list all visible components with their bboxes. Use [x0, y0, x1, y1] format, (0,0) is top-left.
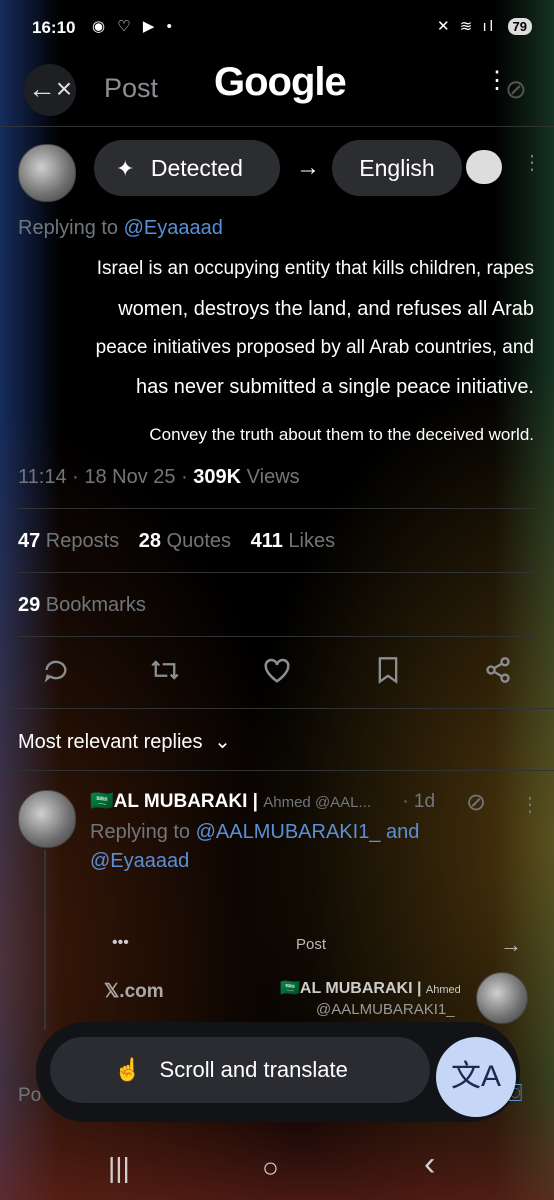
translate-icon[interactable]: 文A [436, 1037, 516, 1117]
bookmark-icon[interactable] [376, 656, 400, 691]
reply-icon[interactable] [42, 656, 70, 691]
grok-icon[interactable]: ⊘ [505, 74, 527, 105]
back-close-icon[interactable]: ←× [24, 64, 76, 116]
divider [0, 708, 554, 709]
chevron-down-icon: ⌄ [214, 731, 231, 753]
reply-composer-placeholder[interactable]: Po [18, 1085, 41, 1107]
touch-scroll-icon: ☝ [114, 1057, 142, 1082]
post-line-1: Israel is an occupying entity that kills… [96, 258, 534, 279]
scroll-and-translate-label: Scroll and translate [159, 1057, 348, 1082]
post-line-4: has never submitted a single peace initi… [135, 376, 534, 398]
post-line-3: peace initiatives proposed by all Arab c… [95, 337, 534, 358]
flag-icon: 🇸🇦 [90, 791, 114, 812]
share-icon[interactable] [484, 656, 512, 691]
engagement-stats: 47 Reposts 28 Quotes 411 Likes [18, 530, 335, 553]
grok-icon[interactable]: ⊘ [466, 788, 486, 817]
likes-stat[interactable]: 411 Likes [251, 530, 336, 552]
bookmarks-stat[interactable]: 29 Bookmarks [18, 594, 146, 617]
divider [0, 770, 554, 771]
reply-replying-to: Replying to @AALMUBARAKI1_ and @Eyaaaad [90, 821, 420, 872]
quotes-stat[interactable]: 28 Quotes [139, 530, 231, 552]
reply-handle-link-2[interactable]: @Eyaaaad [90, 850, 189, 872]
post-line-5: Convey the truth about them to the decei… [149, 425, 534, 444]
google-logo: Google [214, 60, 347, 104]
reply-author-handle: Ahmed @AAL... [263, 794, 372, 811]
scroll-and-translate-button[interactable]: ☝ Scroll and translate [50, 1037, 430, 1103]
reply-avatar[interactable] [18, 790, 76, 848]
reply-time: · 1d [402, 791, 436, 812]
reply-more-icon[interactable]: ⋮ [520, 792, 540, 817]
top-bar: ←× Post Google ⋮ ⊘ [0, 56, 554, 116]
status-bar: 16:10 ◉ ♡ ▶ • ✕ ≋ ıl 79 [32, 14, 532, 44]
battery-icon: 79 [507, 18, 532, 35]
divider [18, 636, 536, 637]
arrow-right-icon: → [296, 154, 320, 181]
reply-header: 🇸🇦AL MUBARAKI | Ahmed @AAL... · 1d [90, 789, 435, 813]
divider [18, 572, 536, 573]
reply-author-name[interactable]: AL MUBARAKI | [114, 791, 264, 812]
reply-handle-link-1[interactable]: @AALMUBARAKI1_ [196, 821, 381, 843]
page-title: Post [104, 73, 159, 103]
post-line-2: women, destroys the land, and refuses al… [118, 298, 534, 320]
divider [18, 508, 536, 509]
post-meta: 11:14 · 18 Nov 25 · 309K Views [18, 466, 300, 488]
replying-to: Replying to @Eyaaaad [18, 217, 223, 239]
post-more-icon[interactable]: ⋮ [522, 150, 542, 175]
embed-author: 🇸🇦AL MUBARAKI | Ahmed [280, 980, 461, 997]
embed-arrow-icon[interactable]: → [500, 932, 522, 958]
reposts-stat[interactable]: 47 Reposts [18, 530, 119, 552]
target-language-chip[interactable]: English [332, 140, 462, 196]
like-icon[interactable] [262, 656, 292, 691]
clock: 16:10 [32, 18, 76, 37]
sparkle-icon: ✦ [116, 156, 135, 181]
detected-label: Detected [150, 155, 243, 181]
recents-button[interactable]: ||| [108, 1152, 130, 1184]
detected-language-chip[interactable]: ✦ Detected [94, 140, 280, 196]
notification-icons: ◉ ♡ ▶ • [92, 18, 176, 35]
sort-label: Most relevant replies [18, 731, 203, 753]
thread-line [44, 850, 46, 1030]
x-site-label: 𝕏.com [104, 981, 164, 1002]
reply-sort-dropdown[interactable]: Most relevant replies ⌄ [18, 729, 231, 754]
embed-post-label: Post [296, 936, 327, 953]
embed-handle: @AALMUBARAKI1_ [316, 1001, 455, 1018]
repost-icon[interactable] [150, 656, 180, 691]
replying-handle-link[interactable]: @Eyaaaad [124, 217, 223, 239]
embed-avatar [476, 972, 528, 1024]
author-avatar[interactable] [18, 144, 76, 202]
home-button[interactable]: ○ [262, 1152, 279, 1184]
signal-icons: ✕ ≋ ıl [437, 18, 496, 35]
embed-more-icon[interactable]: ••• [112, 934, 129, 952]
back-button[interactable]: ‹ [424, 1145, 435, 1184]
header-divider [0, 126, 554, 127]
translate-toggle[interactable] [466, 150, 502, 184]
